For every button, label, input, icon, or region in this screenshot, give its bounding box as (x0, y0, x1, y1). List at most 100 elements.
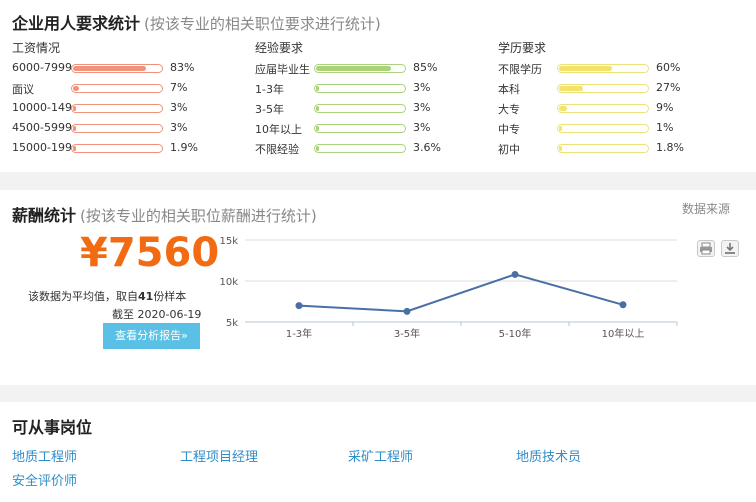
requirement-bar-fill (316, 146, 320, 151)
requirement-percent: 3% (170, 121, 188, 134)
positions-section: 可从事岗位 地质工程师 工程项目经理 采矿工程师 地质技术员 安全评价师 (0, 402, 756, 502)
data-point[interactable] (511, 270, 519, 278)
requirement-bar (71, 84, 163, 93)
requirement-bar (71, 124, 163, 133)
salary-column: 工资情况 6000-7999 83% 面议 7% 10000-149 3% 4500-599… (12, 38, 242, 158)
average-note-prefix: 该数据为平均值，取自 (28, 290, 138, 303)
requirement-bar (71, 104, 163, 113)
requirement-row: 面议 7% (12, 78, 242, 98)
positions-title: 可从事岗位 (12, 418, 93, 437)
requirement-label: 大专 (498, 103, 520, 116)
cutoff-date: 截至 2020-06-19 (112, 308, 202, 321)
requirement-row: 应届毕业生 85% (255, 58, 485, 78)
requirement-bar (557, 104, 649, 113)
view-report-button[interactable]: 查看分析报告» (103, 323, 200, 349)
requirements-subtitle: (按该专业的相关职位要求进行统计) (144, 15, 381, 33)
requirement-row: 本科 27% (498, 78, 728, 98)
requirement-bar-fill (559, 86, 583, 91)
column-title: 学历要求 (498, 41, 547, 55)
requirement-bar-fill (73, 146, 76, 151)
requirement-label: 不限经验 (255, 143, 299, 156)
requirement-label: 中专 (498, 123, 520, 136)
requirement-bar-fill (559, 126, 562, 131)
requirement-bar (557, 144, 649, 153)
requirement-bar-fill (559, 146, 562, 151)
column-title: 工资情况 (12, 41, 61, 55)
average-note: 该数据为平均值，取自41份样本 (28, 288, 186, 304)
requirement-percent: 7% (170, 81, 188, 94)
average-note-suffix: 份样本 (153, 290, 187, 303)
requirement-bar (314, 144, 406, 153)
requirement-percent: 3% (170, 101, 188, 114)
requirement-bar-fill (559, 66, 612, 71)
requirement-bar-fill (73, 66, 147, 71)
series-line (298, 273, 624, 313)
position-link[interactable]: 采矿工程师 (348, 446, 413, 465)
requirement-percent: 3% (413, 81, 431, 94)
requirement-percent: 3% (413, 101, 431, 114)
y-tick-label: 15k (219, 236, 238, 247)
requirement-label: 1-3年 (255, 83, 284, 96)
requirement-bar (557, 84, 649, 93)
requirement-label: 面议 (12, 83, 34, 96)
section-divider (0, 385, 756, 402)
requirement-label: 3-5年 (255, 103, 284, 116)
requirement-percent: 1% (656, 121, 674, 134)
requirement-percent: 1.9% (170, 141, 198, 154)
position-link[interactable]: 安全评价师 (12, 470, 77, 489)
sample-count: 41 (138, 290, 154, 303)
requirement-percent: 27% (656, 81, 681, 94)
section-divider (0, 172, 756, 190)
x-tick-label: 1-3年 (286, 327, 312, 338)
salary-title: 薪酬统计 (12, 206, 77, 225)
requirement-bar-fill (73, 126, 76, 131)
y-tick-label: 10k (219, 277, 238, 288)
requirement-bar (314, 104, 406, 113)
requirement-bar (71, 144, 163, 153)
requirement-bar (314, 64, 406, 73)
x-tick-label: 5-10年 (499, 327, 532, 338)
data-source-link[interactable]: 数据来源 (682, 200, 730, 217)
data-point[interactable] (295, 302, 303, 310)
requirement-percent: 3.6% (413, 141, 441, 154)
requirement-bar-fill (316, 66, 391, 71)
salary-subtitle: (按该专业的相关职位薪酬进行统计) (80, 207, 317, 225)
requirement-row: 10000-149 3% (12, 98, 242, 118)
requirement-bar (314, 84, 406, 93)
requirement-label: 应届毕业生 (255, 63, 310, 76)
requirement-row: 初中 1.8% (498, 138, 728, 158)
requirement-percent: 1.8% (656, 141, 684, 154)
salary-section: 薪酬统计 (按该专业的相关职位薪酬进行统计) 数据来源 ¥7560 该数据为平均值… (0, 190, 756, 385)
requirement-percent: 60% (656, 61, 681, 74)
requirement-bar (314, 124, 406, 133)
education-column: 学历要求 不限学历 60% 本科 27% 大专 9% 中专 1% 初中 1.8% (498, 38, 728, 158)
requirements-section: 企业用人要求统计 (按该专业的相关职位要求进行统计) 工资情况 6000-7999… (0, 0, 756, 172)
salary-heading: 薪酬统计 (按该专业的相关职位薪酬进行统计) (12, 202, 317, 226)
requirement-bar-fill (316, 86, 319, 91)
requirement-bar-fill (73, 86, 80, 91)
print-icon (700, 242, 712, 255)
position-link[interactable]: 地质技术员 (516, 446, 581, 465)
y-tick-label: 5k (226, 318, 238, 329)
requirements-title: 企业用人要求统计 (12, 14, 141, 33)
requirement-bar-fill (316, 106, 319, 111)
position-link[interactable]: 地质工程师 (12, 446, 77, 465)
data-point[interactable] (403, 307, 411, 315)
requirement-row: 不限经验 3.6% (255, 138, 485, 158)
requirement-label: 15000-199 (12, 141, 72, 154)
download-button[interactable] (721, 240, 739, 257)
data-point[interactable] (619, 301, 627, 309)
salary-line-chart: 5k 10k 15k 1-3年 3-5年 5-10年 10年以上 (219, 236, 678, 338)
requirement-bar-fill (316, 126, 319, 131)
requirement-percent: 3% (413, 121, 431, 134)
requirement-row: 15000-199 1.9% (12, 138, 242, 158)
requirement-label: 10年以上 (255, 123, 302, 136)
x-tick-label: 3-5年 (394, 327, 420, 338)
experience-column: 经验要求 应届毕业生 85% 1-3年 3% 3-5年 3% 10年以上 3% 不限经验 3.6% (255, 38, 485, 158)
requirement-row: 不限学历 60% (498, 58, 728, 78)
requirement-percent: 9% (656, 101, 674, 114)
print-button[interactable] (697, 240, 715, 257)
requirement-bar-fill (559, 106, 567, 111)
position-link[interactable]: 工程项目经理 (180, 446, 258, 465)
requirement-label: 不限学历 (498, 63, 542, 76)
